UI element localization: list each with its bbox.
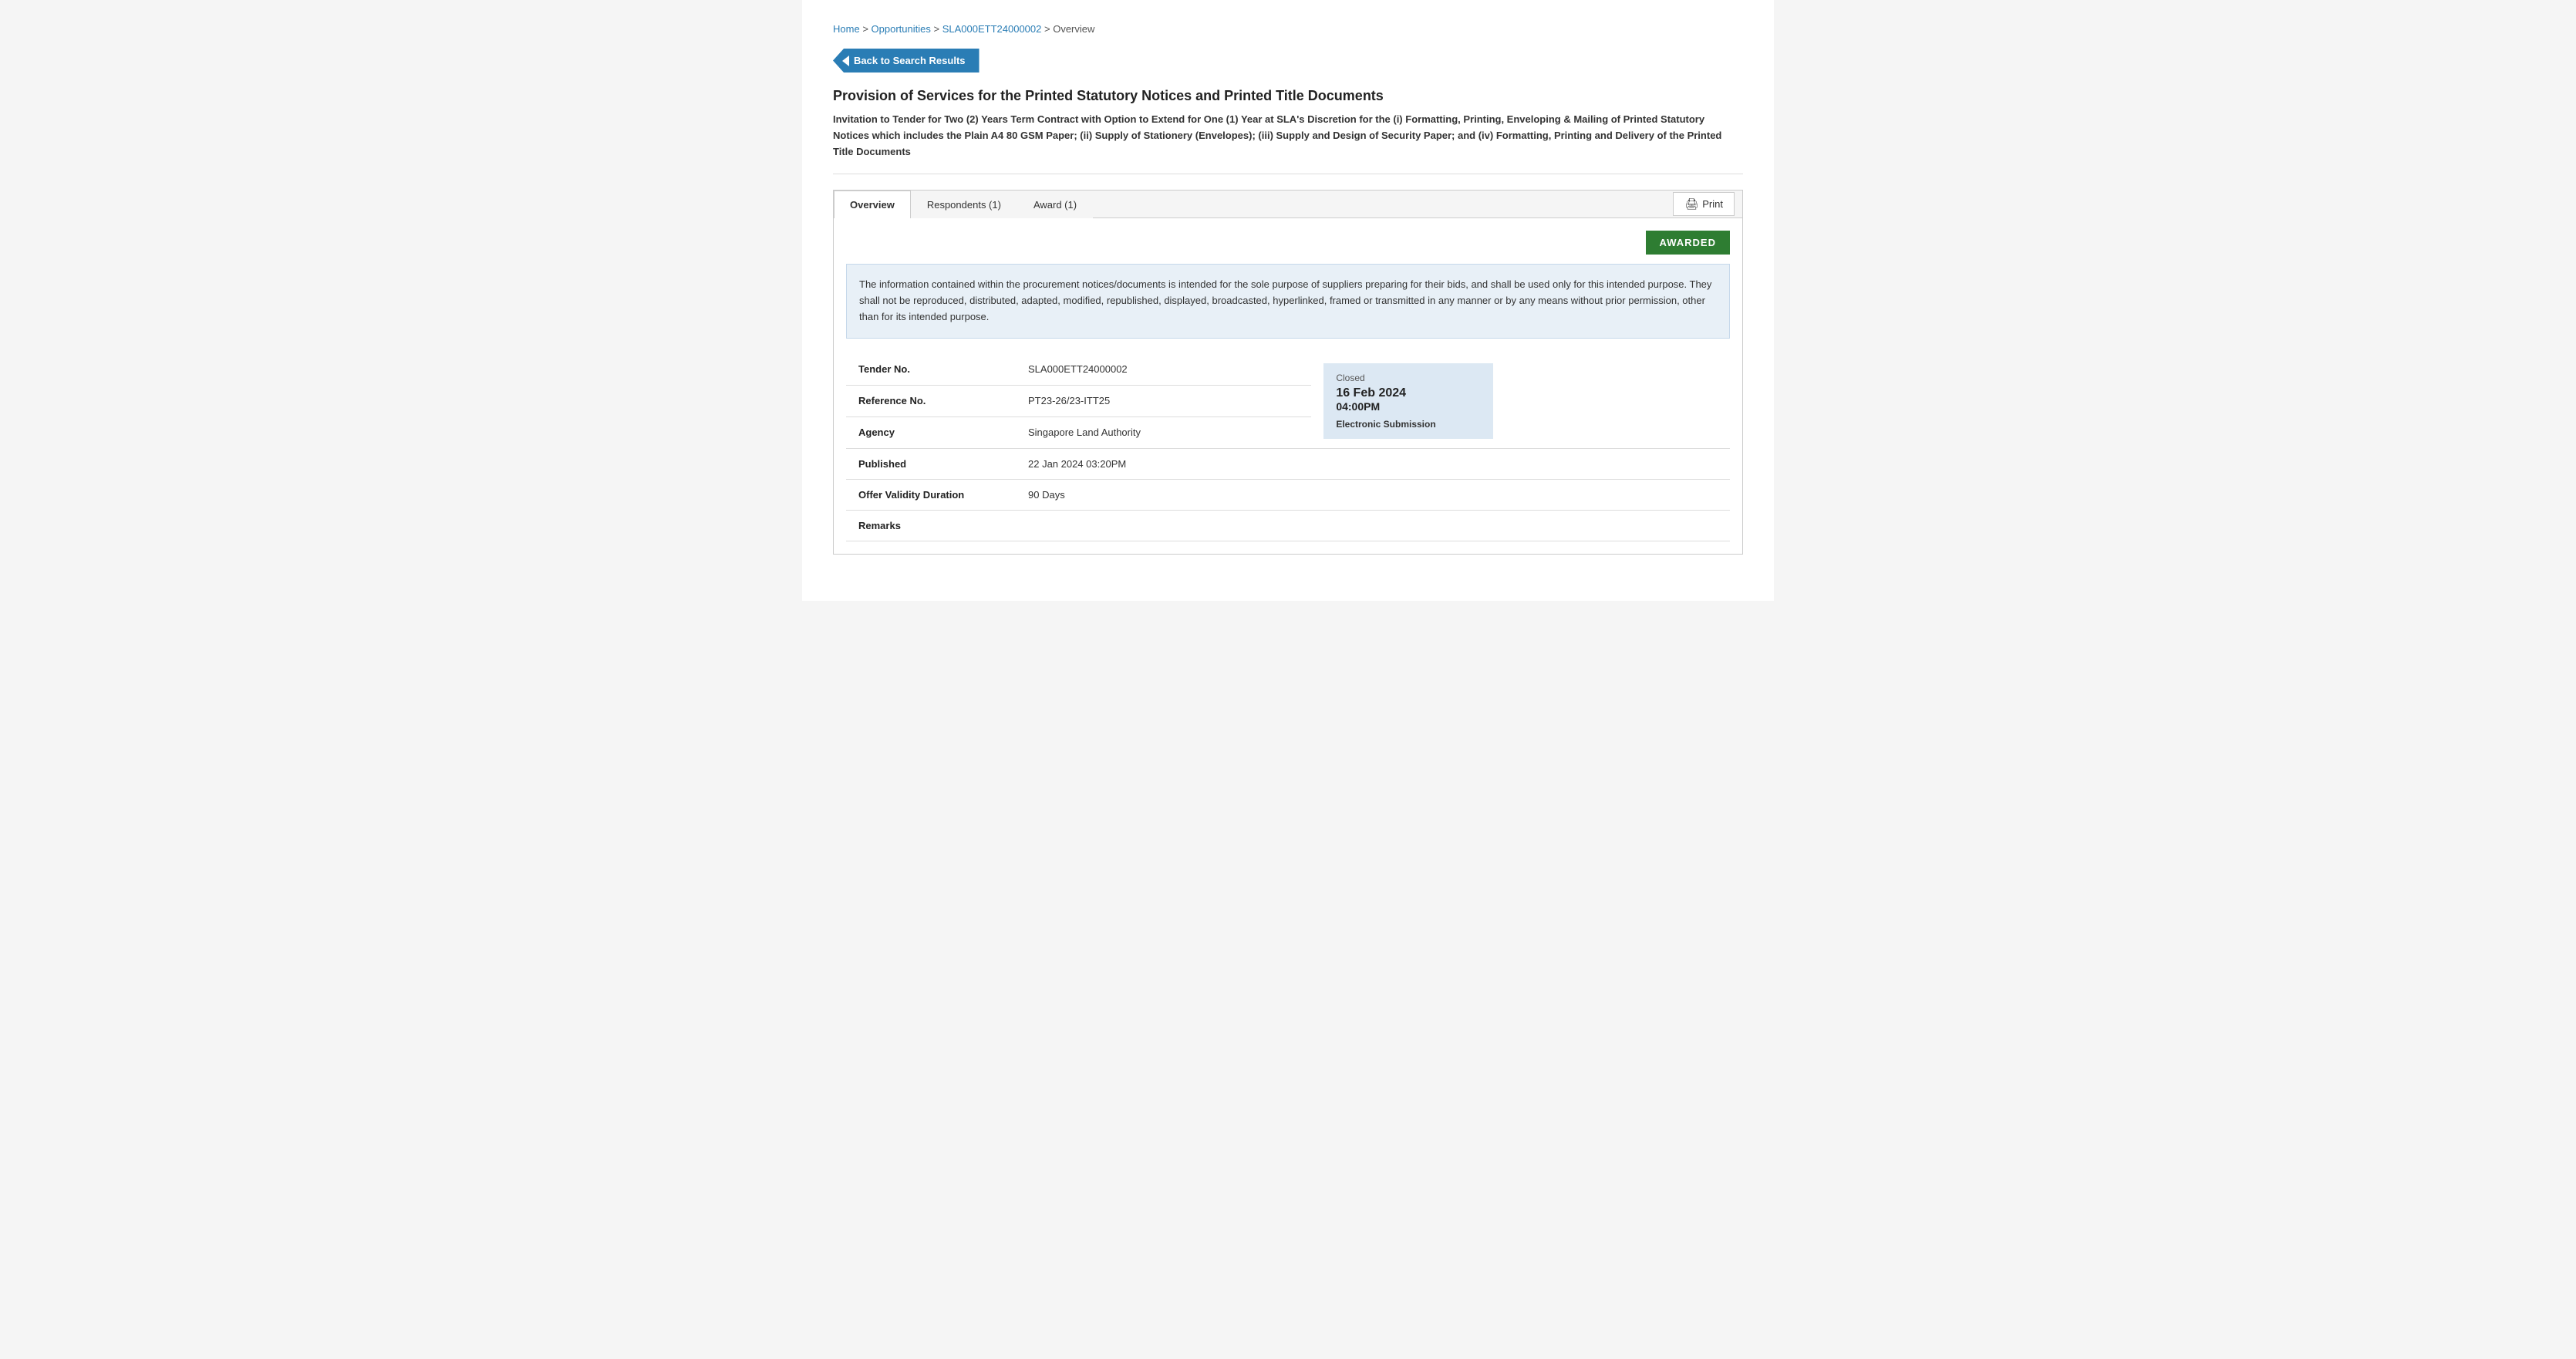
field-value-published: 22 Jan 2024 03:20PM (1016, 448, 1311, 479)
back-to-search-button[interactable]: Back to Search Results (833, 49, 979, 73)
table-row: Published 22 Jan 2024 03:20PM (846, 448, 1730, 479)
field-label-reference-no: Reference No. (846, 385, 1016, 416)
field-label-remarks: Remarks (846, 510, 1016, 541)
tab-overview-content: AWARDED The information contained within… (834, 218, 1742, 553)
breadcrumb: Home > Opportunities > SLA000ETT24000002… (833, 23, 1743, 35)
breadcrumb-home[interactable]: Home (833, 23, 860, 35)
tab-award[interactable]: Award (1) (1017, 191, 1093, 218)
closed-box-cell: Closed 16 Feb 2024 04:00PM Electronic Su… (1311, 354, 1730, 449)
empty-cell-published (1311, 448, 1730, 479)
submission-type: Electronic Submission (1336, 419, 1481, 430)
field-label-offer-validity: Offer Validity Duration (846, 479, 1016, 510)
table-row: Offer Validity Duration 90 Days (846, 479, 1730, 510)
field-label-agency: Agency (846, 416, 1016, 448)
title-block: Provision of Services for the Printed St… (833, 88, 1743, 174)
breadcrumb-opportunities[interactable]: Opportunities (872, 23, 931, 35)
awarded-badge-row: AWARDED (846, 231, 1730, 255)
closed-box: Closed 16 Feb 2024 04:00PM Electronic Su… (1323, 363, 1493, 439)
page-description: Invitation to Tender for Two (2) Years T… (833, 112, 1743, 160)
field-value-reference-no: PT23-26/23-ITT25 (1016, 385, 1311, 416)
closed-label: Closed (1336, 373, 1481, 383)
breadcrumb-tender-id[interactable]: SLA000ETT24000002 (942, 23, 1042, 35)
closed-date: 16 Feb 2024 (1336, 386, 1481, 400)
table-row: Tender No. SLA000ETT24000002 Closed 16 F… (846, 354, 1730, 385)
empty-cell-remarks (1311, 510, 1730, 541)
print-button[interactable]: 🖨 Print (1673, 192, 1735, 216)
empty-cell-offer (1311, 479, 1730, 510)
field-label-tender-no: Tender No. (846, 354, 1016, 385)
field-label-published: Published (846, 448, 1016, 479)
closed-time: 04:00PM (1336, 400, 1481, 413)
tab-respondents[interactable]: Respondents (1) (911, 191, 1017, 218)
field-value-agency: Singapore Land Authority (1016, 416, 1311, 448)
tab-overview[interactable]: Overview (834, 191, 911, 218)
details-table: Tender No. SLA000ETT24000002 Closed 16 F… (846, 354, 1730, 541)
print-label: Print (1702, 198, 1723, 210)
breadcrumb-current: Overview (1053, 23, 1094, 35)
field-value-remarks (1016, 510, 1311, 541)
page-title: Provision of Services for the Printed St… (833, 88, 1743, 104)
table-row: Remarks (846, 510, 1730, 541)
awarded-badge: AWARDED (1646, 231, 1730, 255)
field-value-tender-no: SLA000ETT24000002 (1016, 354, 1311, 385)
field-value-offer-validity: 90 Days (1016, 479, 1311, 510)
tabs-header: Overview Respondents (1) Award (1) 🖨 Pri… (834, 191, 1742, 218)
tabs-container: Overview Respondents (1) Award (1) 🖨 Pri… (833, 190, 1743, 554)
print-icon: 🖨 (1684, 197, 1698, 211)
info-notice: The information contained within the pro… (846, 264, 1730, 338)
